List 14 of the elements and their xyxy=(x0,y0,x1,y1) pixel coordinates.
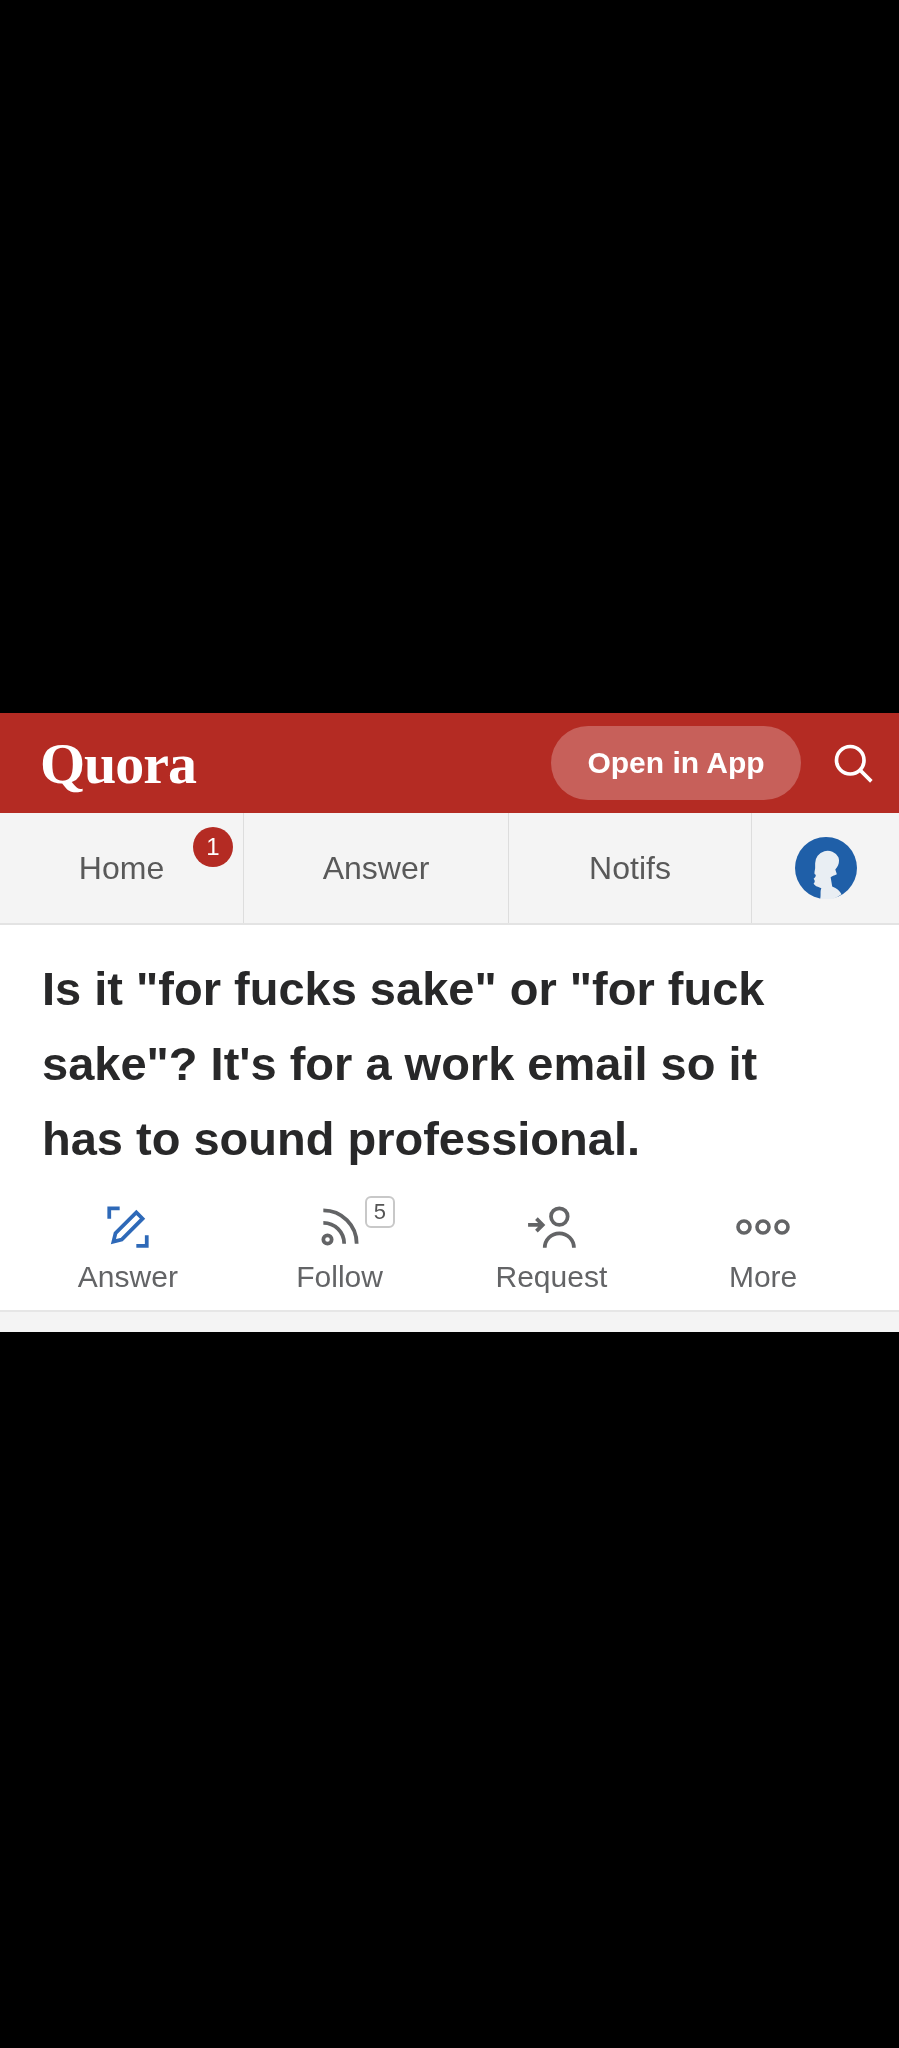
action-button[interactable]: More xyxy=(657,1194,869,1300)
nav-tab[interactable]: Home xyxy=(78,849,165,887)
follower-count: 5 xyxy=(364,1196,395,1228)
question-title: Is it "for fucks sake" or "for fuck sake"? It's for a work email so it has to sound professional. xyxy=(42,961,766,1167)
action-button[interactable]: 5 Follow xyxy=(233,1194,446,1300)
notification-badge: 1 xyxy=(193,827,233,867)
logo[interactable]: Quora xyxy=(40,729,197,797)
action-button[interactable]: Request xyxy=(445,1194,658,1300)
open-in-app-button[interactable]: Open in App xyxy=(551,726,801,800)
avatar-icon[interactable] xyxy=(794,837,857,899)
more-icon xyxy=(736,1217,791,1237)
nav-tab[interactable]: Answer xyxy=(322,849,430,887)
nav-tab[interactable]: Notifs xyxy=(589,849,671,887)
action-button[interactable]: Answer xyxy=(22,1194,234,1300)
